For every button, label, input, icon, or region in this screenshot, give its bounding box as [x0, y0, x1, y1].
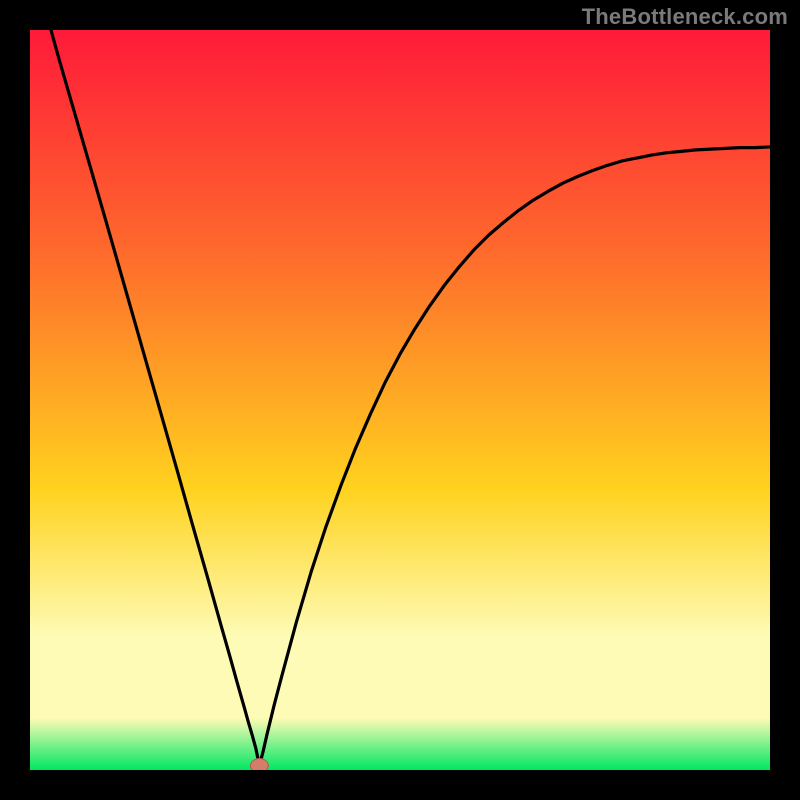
chart-frame: TheBottleneck.com: [0, 0, 800, 800]
attribution-text: TheBottleneck.com: [582, 4, 788, 30]
optimal-point-marker: [250, 759, 268, 770]
plot-svg: [30, 30, 770, 770]
plot-area: [30, 30, 770, 770]
gradient-background: [30, 30, 770, 770]
